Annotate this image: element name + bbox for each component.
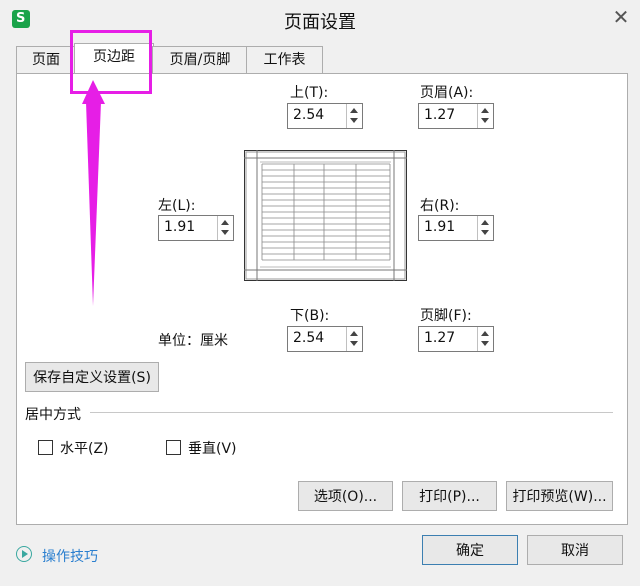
header-margin-value[interactable]: 1.27 bbox=[424, 107, 455, 123]
footer-margin-spinner[interactable]: 1.27 bbox=[418, 326, 494, 352]
close-icon[interactable]: ✕ bbox=[610, 6, 632, 28]
spin-up-icon[interactable] bbox=[481, 220, 489, 225]
header-margin-spinner[interactable]: 1.27 bbox=[418, 103, 494, 129]
right-margin-value[interactable]: 1.91 bbox=[424, 219, 455, 235]
spin-up-icon[interactable] bbox=[481, 108, 489, 113]
unit-label: 单位：厘米 bbox=[158, 333, 228, 349]
spin-down-icon[interactable] bbox=[481, 341, 489, 346]
spin-down-icon[interactable] bbox=[221, 230, 229, 235]
spin-down-icon[interactable] bbox=[481, 230, 489, 235]
section-divider bbox=[90, 412, 613, 413]
top-margin-spinner[interactable]: 2.54 bbox=[287, 103, 363, 129]
right-margin-label: 右(R): bbox=[420, 198, 460, 214]
bottom-margin-spinner[interactable]: 2.54 bbox=[287, 326, 363, 352]
print-button[interactable]: 打印(P)... bbox=[402, 481, 497, 511]
tab-worksheet[interactable]: 工作表 bbox=[246, 46, 323, 74]
play-circle-icon[interactable] bbox=[16, 546, 32, 562]
print-preview-button[interactable]: 打印预览(W)... bbox=[506, 481, 613, 511]
cancel-button[interactable]: 取消 bbox=[527, 535, 623, 565]
horizontal-center-checkbox[interactable] bbox=[38, 440, 53, 455]
right-margin-spinner[interactable]: 1.91 bbox=[418, 215, 494, 241]
spin-up-icon[interactable] bbox=[350, 108, 358, 113]
left-margin-label: 左(L): bbox=[158, 198, 196, 214]
left-margin-spinner[interactable]: 1.91 bbox=[158, 215, 234, 241]
footer-margin-label: 页脚(F): bbox=[420, 308, 472, 324]
bottom-margin-label: 下(B): bbox=[290, 308, 330, 324]
bottom-margin-value[interactable]: 2.54 bbox=[293, 330, 324, 346]
spin-down-icon[interactable] bbox=[481, 118, 489, 123]
spin-up-icon[interactable] bbox=[221, 220, 229, 225]
tab-page[interactable]: 页面 bbox=[16, 46, 76, 74]
spin-down-icon[interactable] bbox=[350, 341, 358, 346]
save-custom-settings-button[interactable]: 保存自定义设置(S) bbox=[25, 362, 159, 392]
left-margin-value[interactable]: 1.91 bbox=[164, 219, 195, 235]
ok-button[interactable]: 确定 bbox=[422, 535, 518, 565]
spin-down-icon[interactable] bbox=[350, 118, 358, 123]
options-button[interactable]: 选项(O)... bbox=[298, 481, 393, 511]
tab-header-footer[interactable]: 页眉/页脚 bbox=[152, 46, 248, 74]
top-margin-value[interactable]: 2.54 bbox=[293, 107, 324, 123]
annotation-arrow-icon bbox=[82, 80, 105, 306]
spin-up-icon[interactable] bbox=[350, 331, 358, 336]
page-preview bbox=[244, 150, 407, 281]
tips-link[interactable]: 操作技巧 bbox=[42, 546, 98, 566]
centering-section-title: 居中方式 bbox=[25, 407, 81, 423]
top-margin-label: 上(T): bbox=[290, 85, 329, 101]
horizontal-center-label[interactable]: 水平(Z) bbox=[60, 438, 109, 458]
vertical-center-checkbox[interactable] bbox=[166, 440, 181, 455]
header-margin-label: 页眉(A): bbox=[420, 85, 474, 101]
vertical-center-label[interactable]: 垂直(V) bbox=[188, 438, 237, 458]
spin-up-icon[interactable] bbox=[481, 331, 489, 336]
footer-margin-value[interactable]: 1.27 bbox=[424, 330, 455, 346]
